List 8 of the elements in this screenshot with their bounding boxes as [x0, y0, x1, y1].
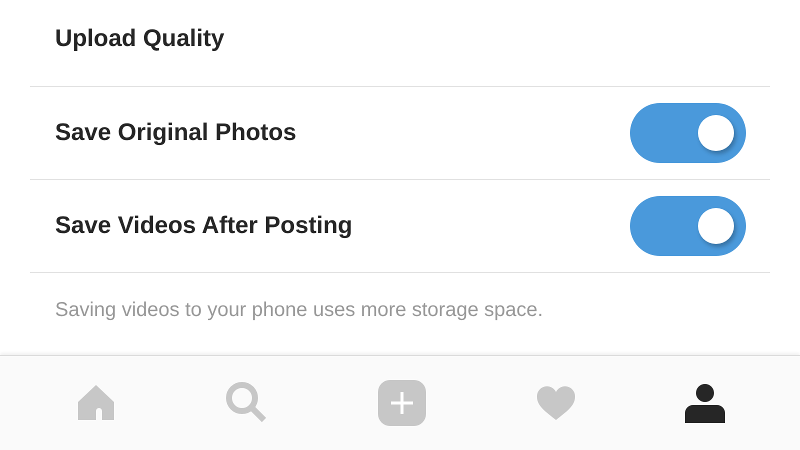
heart-icon: [536, 386, 576, 420]
storage-note: Saving videos to your phone uses more storage space.: [54, 298, 544, 322]
profile-icon: [685, 383, 726, 423]
section-title: Upload Quality: [55, 25, 224, 53]
setting-label: Save Original Photos: [55, 119, 296, 147]
add-post-icon: [378, 380, 426, 426]
setting-label: Save Videos After Posting: [55, 212, 352, 240]
search-icon: [226, 382, 268, 424]
